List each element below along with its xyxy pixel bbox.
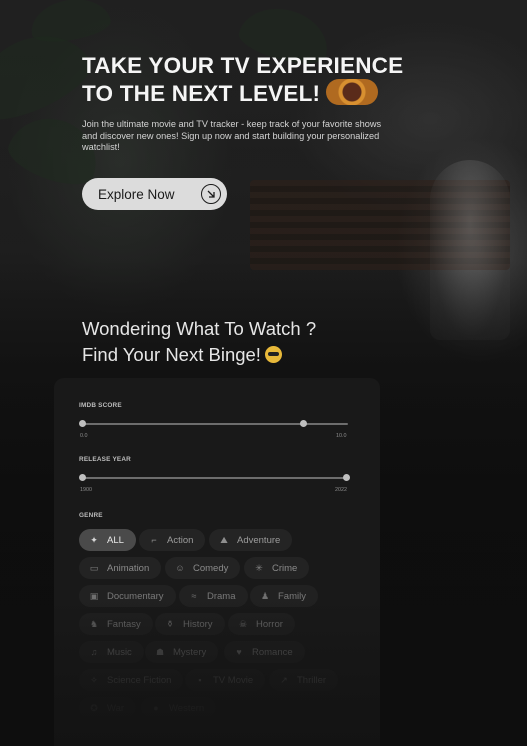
imdb-score-label: IMDB SCORE: [79, 402, 122, 409]
genre-chip-animation[interactable]: ▭ Animation: [79, 557, 162, 579]
genre-label: GENRE: [79, 512, 103, 519]
genre-chip-adventure[interactable]: ⛰ Adventure: [209, 529, 293, 551]
scifi-icon: ✧: [90, 674, 98, 685]
explore-now-label: Explore Now: [98, 186, 175, 202]
hero-title: TAKE YOUR TV EXPERIENCE TO THE NEXT LEVE…: [82, 52, 442, 108]
genre-chip-fantasy[interactable]: ♞ Fantasy: [79, 613, 153, 635]
crime-icon: ✳: [255, 562, 263, 573]
war-icon: ✪: [90, 702, 98, 713]
release-year-label: RELEASE YEAR: [79, 456, 131, 463]
discover-title-line2: Find Your Next Binge!: [82, 344, 261, 365]
genre-chip-war[interactable]: ✪ War: [79, 697, 137, 719]
genre-chip-tv-movie[interactable]: ▪ TV Movie: [185, 669, 266, 691]
genre-chip-action[interactable]: ⌐ Action: [139, 529, 206, 551]
genre-chip-drama[interactable]: ≈ Drama: [179, 585, 248, 607]
hero-title-line2: TO THE NEXT LEVEL!: [82, 81, 321, 106]
sunglasses-emoji-icon: [264, 346, 282, 363]
fantasy-icon: ♞: [89, 618, 99, 629]
documentary-icon: ▣: [89, 590, 99, 601]
history-icon: ⚱: [166, 618, 174, 629]
genre-chip-mystery[interactable]: ☗ Mystery: [145, 641, 219, 663]
imdb-score-slider-track[interactable]: [82, 423, 348, 425]
genre-chip-romance[interactable]: ♥ Romance: [224, 641, 305, 663]
genre-chip-western[interactable]: ● Western: [141, 697, 217, 719]
imdb-score-min-label: 0.0: [80, 433, 88, 439]
hero-description: Join the ultimate movie and TV tracker -…: [82, 119, 382, 153]
mystery-icon: ☗: [155, 646, 165, 657]
imdb-score-max-label: 10.0: [336, 433, 347, 439]
release-year-max-handle[interactable]: [343, 474, 350, 481]
release-year-slider-track[interactable]: [82, 477, 348, 479]
hero-title-line1: TAKE YOUR TV EXPERIENCE: [82, 53, 404, 78]
discover-title: Wondering What To Watch ? Find Your Next…: [82, 316, 402, 368]
genre-chip-thriller[interactable]: ↗ Thriller: [269, 669, 339, 691]
family-icon: ♟: [260, 590, 270, 601]
genre-chip-music[interactable]: ♫ Music: [79, 641, 144, 663]
horror-icon: ☠: [238, 618, 248, 629]
gun-icon: ⌐: [151, 535, 157, 545]
genre-chip-comedy[interactable]: ☺ Comedy: [165, 557, 241, 579]
emoji-badge-icon: [326, 79, 379, 106]
genre-chip-family[interactable]: ♟ Family: [250, 585, 318, 607]
genre-chip-history[interactable]: ⚱ History: [155, 613, 225, 635]
genre-chip-all[interactable]: ✦ ALL: [79, 529, 136, 551]
release-year-min-label: 1900: [80, 487, 92, 493]
discover-title-line1: Wondering What To Watch ?: [82, 318, 317, 339]
hiking-icon: ⛰: [220, 534, 228, 545]
imdb-score-max-handle[interactable]: [300, 420, 307, 427]
release-year-max-label: 2022: [335, 487, 347, 493]
western-icon: ●: [153, 703, 159, 713]
animation-icon: ▭: [89, 562, 99, 573]
sparkles-icon: ✦: [90, 534, 98, 545]
genre-chip-documentary[interactable]: ▣ Documentary: [79, 585, 176, 607]
tv-icon: ▪: [198, 675, 202, 685]
release-year-min-handle[interactable]: [79, 474, 86, 481]
thriller-icon: ↗: [280, 674, 288, 685]
drama-icon: ≈: [191, 591, 197, 601]
arrow-down-right-icon: [201, 184, 221, 204]
genre-chip-science-fiction[interactable]: ✧ Science Fiction: [79, 669, 184, 691]
comedy-icon: ☺: [175, 563, 185, 573]
heart-icon: ♥: [236, 647, 242, 657]
genre-chip-horror[interactable]: ☠ Horror: [228, 613, 295, 635]
explore-now-button[interactable]: Explore Now: [82, 178, 227, 210]
music-icon: ♫: [90, 647, 98, 657]
genre-chip-crime[interactable]: ✳ Crime: [244, 557, 310, 579]
imdb-score-min-handle[interactable]: [79, 420, 86, 427]
